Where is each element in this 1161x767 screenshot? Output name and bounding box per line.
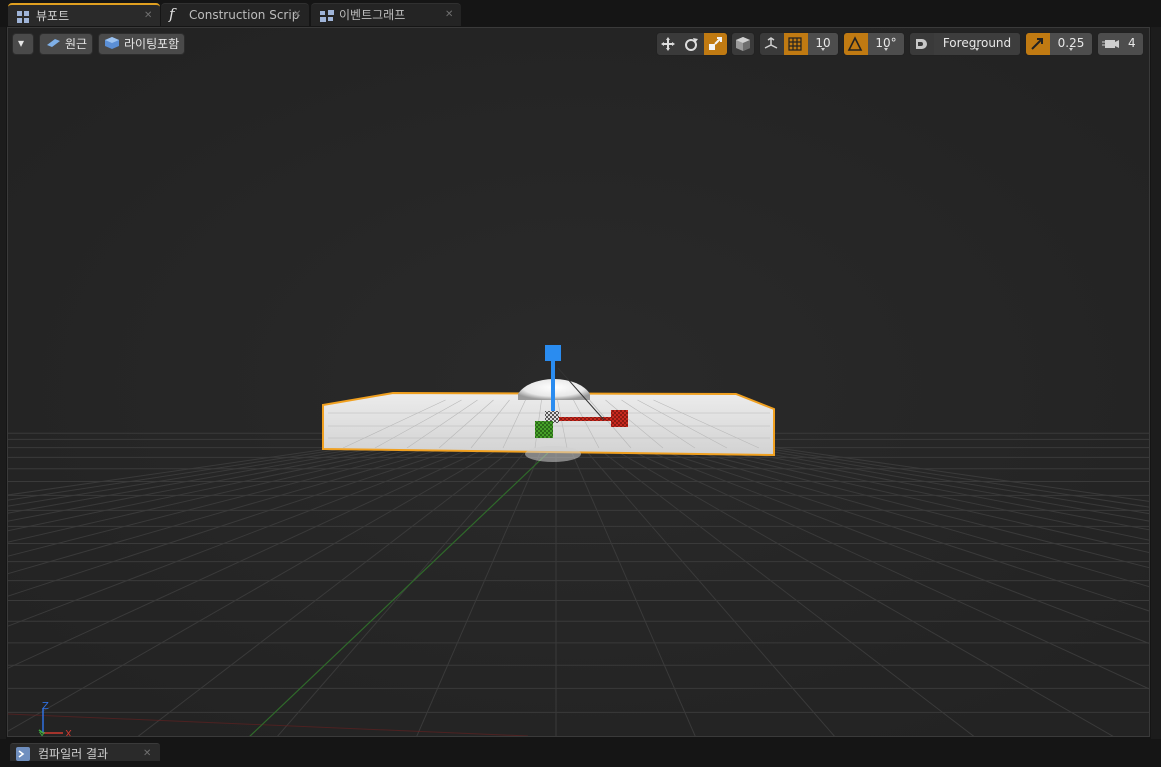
move-icon	[661, 37, 675, 51]
camera-speed-value: 4	[1128, 36, 1136, 50]
tab-construction-script[interactable]: f Construction Scrip ✕	[161, 3, 309, 26]
close-icon[interactable]: ✕	[445, 4, 453, 26]
grid-snap-group: 10	[759, 32, 839, 56]
sphere-reflection	[525, 446, 581, 462]
scale-snap-group: 0.25	[1025, 32, 1093, 56]
lit-icon	[104, 34, 120, 54]
grid-snap-toggle[interactable]	[784, 33, 808, 55]
output-log-icon	[16, 747, 30, 767]
scale-tool[interactable]	[704, 33, 727, 55]
tab-label: Construction Scrip	[189, 8, 300, 22]
tab-viewport[interactable]: 뷰포트 ✕	[8, 3, 160, 26]
layer-group: Foreground	[909, 32, 1021, 56]
tab-event-graph[interactable]: 이벤트그래프 ✕	[311, 3, 461, 26]
angle-icon	[847, 36, 863, 51]
rotation-snap-group: 10°	[843, 32, 905, 56]
coordinate-system-group	[731, 32, 755, 56]
layer-icon	[916, 39, 927, 49]
level-viewport[interactable]: ▾ 원근 라이팅포함 10 10° Foreground 0.25 4 Z Y …	[7, 27, 1150, 737]
axis-x-label: X	[65, 729, 72, 737]
translate-tool[interactable]	[657, 33, 680, 55]
chevron-down-icon	[884, 48, 888, 51]
perspective-label: 원근	[65, 37, 88, 51]
grid-snap-value-dropdown[interactable]: 10	[808, 33, 838, 55]
bottom-tab-bar: 컴파일러 결과 ✕	[0, 739, 1161, 761]
cube-icon	[736, 37, 750, 51]
tab-label: 컴파일러 결과	[38, 747, 109, 761]
rotate-icon	[685, 38, 698, 51]
function-icon: f	[169, 5, 175, 23]
scale-snap-toggle[interactable]	[1026, 33, 1050, 55]
viewport-options-button[interactable]: ▾	[12, 33, 34, 55]
gizmo-x-handle[interactable]	[611, 410, 628, 427]
surface-snap-icon	[764, 37, 778, 49]
grid-icon	[788, 37, 802, 51]
perspective-icon	[45, 34, 61, 54]
lit-label: 라이팅포함	[124, 37, 180, 51]
tab-label: 뷰포트	[36, 9, 70, 23]
scale-snap-value-dropdown[interactable]: 0.25	[1050, 33, 1092, 55]
tab-compiler-results[interactable]: 컴파일러 결과 ✕	[10, 743, 160, 761]
rotation-snap-toggle[interactable]	[844, 33, 868, 55]
gizmo-y-handle[interactable]	[535, 421, 553, 438]
rotation-snap-value-dropdown[interactable]: 10°	[868, 33, 904, 55]
scale-snap-icon	[1031, 38, 1043, 50]
axis-indicator: Z Y X	[38, 701, 72, 737]
transform-tools-group	[656, 32, 728, 56]
close-icon[interactable]: ✕	[143, 744, 151, 764]
camera-icon	[1102, 40, 1119, 48]
world-local-toggle[interactable]	[732, 33, 754, 55]
camera-speed-group: 4	[1097, 32, 1144, 56]
editor-tab-bar: 뷰포트 ✕ f Construction Scrip ✕ 이벤트그래프 ✕	[0, 0, 1161, 26]
view-mode-button[interactable]: 라이팅포함	[98, 33, 185, 55]
axis-z-label: Z	[42, 701, 49, 712]
tab-label: 이벤트그래프	[339, 8, 406, 22]
surface-snap-toggle[interactable]	[760, 33, 784, 55]
scale-icon	[709, 37, 722, 50]
close-icon[interactable]: ✕	[144, 5, 152, 27]
right-panel-edge	[1151, 27, 1161, 739]
camera-speed-dropdown[interactable]: 4	[1098, 33, 1143, 55]
rotate-tool[interactable]	[680, 33, 704, 55]
gizmo-z-handle[interactable]	[545, 345, 561, 361]
scene-canvas[interactable]	[8, 28, 1150, 737]
layer-toggle[interactable]	[910, 33, 934, 55]
chevron-down-icon	[1069, 48, 1073, 51]
perspective-button[interactable]: 원근	[39, 33, 93, 55]
left-panel-edge	[0, 27, 6, 739]
axis-y-label: Y	[38, 731, 46, 737]
close-icon[interactable]: ✕	[293, 4, 301, 26]
chevron-down-icon	[975, 48, 979, 51]
chevron-down-icon	[821, 48, 825, 51]
layer-dropdown[interactable]: Foreground	[934, 33, 1020, 55]
chevron-down-icon: ▾	[18, 36, 25, 50]
